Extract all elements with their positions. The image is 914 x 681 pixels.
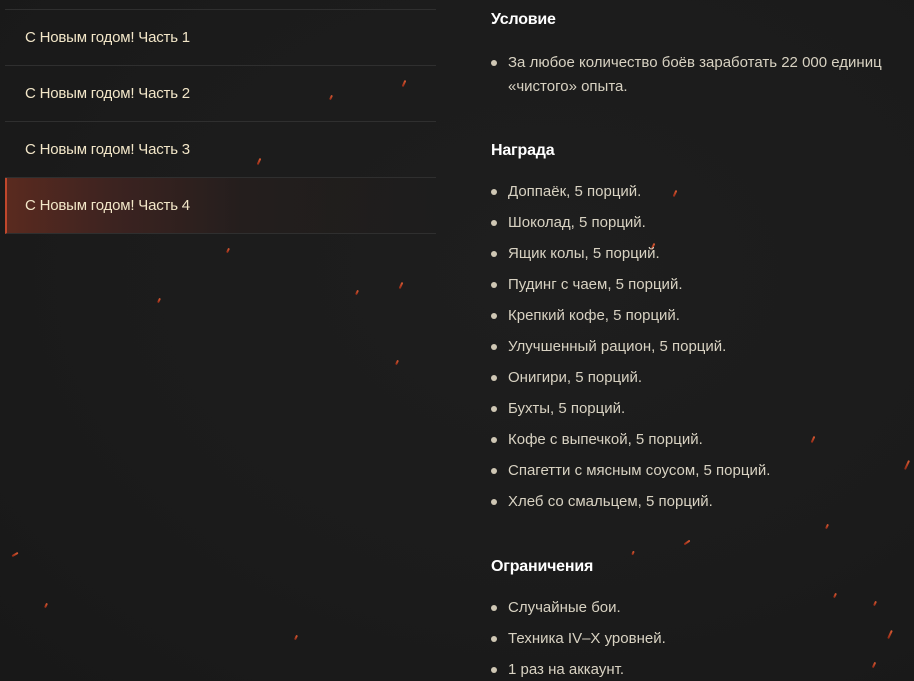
spark-decoration [398,281,404,290]
page: С Новым годом! Часть 1 С Новым годом! Ча… [0,0,914,681]
list-item: 1 раз на аккаунт. [491,658,914,681]
sidebar-nav: С Новым годом! Часть 1 С Новым годом! Ча… [5,9,436,234]
reward-text: Онигири, 5 порций. [508,369,643,386]
spark-decoration [683,539,691,546]
list-item: Крепкий кофе, 5 порций. [491,304,914,335]
list-item: Доппаёк, 5 порций. [491,180,914,211]
bullet-icon [491,375,497,381]
reward-text: Шоколад, 5 порций. [508,214,646,231]
spark-decoration [825,523,829,530]
sidebar-item-part-1[interactable]: С Новым годом! Часть 1 [5,10,436,66]
list-item: Бухты, 5 порций. [491,397,914,428]
list-item: Ящик колы, 5 порций. [491,242,914,273]
reward-text: Кофе с выпечкой, 5 порций. [508,431,703,448]
list-item: За любое количество боёв заработать 22 0… [491,51,914,99]
list-item: Улучшенный рацион, 5 порций. [491,335,914,366]
restrictions-list: Случайные бои. Техника IV–X уровней. 1 р… [491,596,914,681]
bullet-icon [491,667,497,673]
bullet-icon [491,499,497,505]
reward-text: Ящик колы, 5 порций. [508,245,660,262]
sidebar-item-label: С Новым годом! Часть 2 [25,85,190,102]
sidebar-item-label: С Новым годом! Часть 1 [25,29,190,46]
bullet-icon [491,251,497,257]
bullet-icon [491,468,497,474]
restriction-text: 1 раз на аккаунт. [508,661,624,678]
spark-decoration [355,289,359,296]
list-item: Кофе с выпечкой, 5 порций. [491,428,914,459]
reward-text: Спагетти с мясным соусом, 5 порций. [508,462,771,479]
bullet-icon [491,60,497,66]
restriction-text: Техника IV–X уровней. [508,630,666,647]
bullet-icon [491,220,497,226]
bullet-icon [491,344,497,350]
list-item: Шоколад, 5 порций. [491,211,914,242]
spark-decoration [294,634,298,641]
sidebar-item-part-3[interactable]: С Новым годом! Часть 3 [5,122,436,178]
spark-decoration [226,247,230,254]
reward-text: Доппаёк, 5 порций. [508,183,642,200]
reward-text: Улучшенный рацион, 5 порций. [508,338,727,355]
condition-title: Условие [491,11,556,28]
sidebar-item-part-2[interactable]: С Новым годом! Часть 2 [5,66,436,122]
condition-text: За любое количество боёв заработать 22 0… [508,54,882,95]
spark-decoration [44,602,48,609]
list-item: Техника IV–X уровней. [491,627,914,658]
spark-decoration [631,550,635,556]
reward-text: Хлеб со смальцем, 5 порций. [508,493,713,510]
spark-decoration [11,551,19,558]
sidebar-item-label: С Новым годом! Часть 3 [25,141,190,158]
bullet-icon [491,636,497,642]
sidebar-item-part-4[interactable]: С Новым годом! Часть 4 [5,178,436,234]
spark-decoration [395,359,399,366]
bullet-icon [491,605,497,611]
list-item: Спагетти с мясным соусом, 5 порций. [491,459,914,490]
spark-decoration [157,297,161,304]
bullet-icon [491,437,497,443]
bullet-icon [491,406,497,412]
reward-text: Крепкий кофе, 5 порций. [508,307,680,324]
list-item: Хлеб со смальцем, 5 порций. [491,490,914,521]
reward-text: Пудинг с чаем, 5 порций. [508,276,683,293]
sidebar-item-label: С Новым годом! Часть 4 [25,197,190,214]
bullet-icon [491,189,497,195]
restriction-text: Случайные бои. [508,599,621,616]
condition-list: За любое количество боёв заработать 22 0… [491,51,914,99]
list-item: Пудинг с чаем, 5 порций. [491,273,914,304]
restrictions-title: Ограничения [491,558,594,575]
list-item: Случайные бои. [491,596,914,627]
bullet-icon [491,282,497,288]
bullet-icon [491,313,497,319]
list-item: Онигири, 5 порций. [491,366,914,397]
reward-title: Награда [491,142,555,159]
reward-list: Доппаёк, 5 порций. Шоколад, 5 порций. Ящ… [491,180,914,521]
reward-text: Бухты, 5 порций. [508,400,626,417]
